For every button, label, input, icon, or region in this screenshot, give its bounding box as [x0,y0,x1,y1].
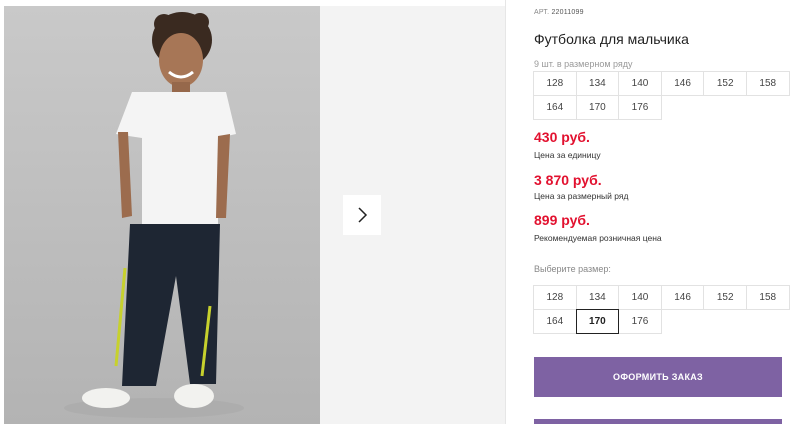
size-picker-label: Выберите размер: [534,264,611,274]
chevron-right-icon [358,207,368,223]
column-divider [505,0,506,424]
boy-illustration [64,12,244,418]
size-option[interactable]: 176 [618,309,662,334]
set-price: 3 870 руб. [534,172,602,188]
size-row-grid: 128 134 140 146 152 158 164 170 176 [533,71,790,120]
size-picker: 128 134 140 146 152 158 164 170 176 [533,285,790,334]
size-row-cell: 176 [618,95,662,120]
size-option[interactable]: 152 [703,285,747,310]
size-option[interactable]: 158 [745,285,790,310]
product-gallery [0,0,505,424]
article-code: АРТ. 22011099 [534,9,584,16]
retail-price-label: Рекомендуемая розничная цена [534,233,662,243]
size-row-cell: 152 [703,71,747,96]
size-row-cell: 128 [533,71,577,96]
size-row-cell: 164 [533,95,577,120]
product-details: АРТ. 22011099 Футболка для мальчика 9 шт… [533,0,800,424]
unit-price: 430 руб. [534,129,590,145]
secondary-action-button[interactable] [534,419,782,424]
size-row-cell: 170 [575,95,620,120]
product-photo [4,6,320,424]
size-row-cell: 158 [745,71,790,96]
set-price-label: Цена за размерный ряд [534,191,629,201]
size-option[interactable]: 128 [533,285,577,310]
size-option-selected[interactable]: 170 [575,309,620,334]
size-option[interactable]: 146 [660,285,705,310]
size-row-cell: 134 [575,71,620,96]
set-count-note: 9 шт. в размерном ряду [534,59,633,69]
retail-price: 899 руб. [534,212,590,228]
article-number: 22011099 [551,9,584,16]
next-image-button[interactable] [343,195,381,235]
size-row-cell: 146 [660,71,705,96]
article-label: АРТ. [534,9,550,16]
size-option[interactable]: 140 [618,285,662,310]
product-title: Футболка для мальчика [534,31,689,47]
place-order-button[interactable]: ОФОРМИТЬ ЗАКАЗ [534,357,782,397]
unit-price-label: Цена за единицу [534,150,601,160]
size-option[interactable]: 134 [575,285,620,310]
size-option[interactable]: 164 [533,309,577,334]
size-row-cell: 140 [618,71,662,96]
